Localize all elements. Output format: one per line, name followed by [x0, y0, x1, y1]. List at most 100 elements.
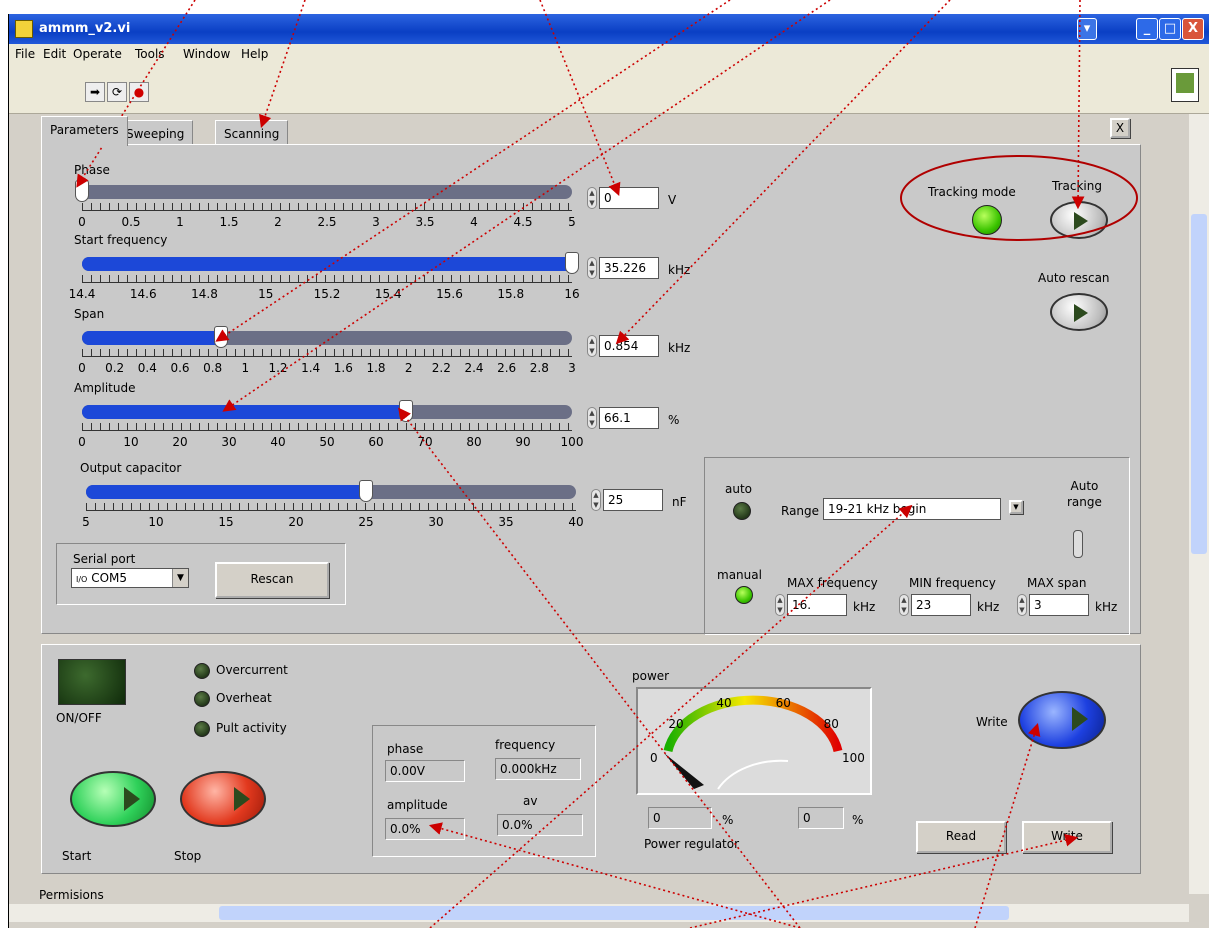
- auto-range-toggle[interactable]: [1073, 530, 1083, 558]
- io-prefix: I/O: [76, 575, 88, 584]
- menu-tools[interactable]: Tools: [135, 47, 165, 61]
- close-button[interactable]: X: [1182, 18, 1204, 40]
- start-frequency-spin[interactable]: ▲ ▼: [587, 257, 597, 279]
- vi-window: ammm_v2.vi ▾ _ □ X File Edit Operate Too…: [8, 14, 1209, 928]
- menu-file[interactable]: File: [15, 47, 35, 61]
- phase-unit: V: [668, 193, 677, 207]
- auto-rescan-button[interactable]: [1050, 293, 1108, 331]
- max-span-input[interactable]: 3: [1029, 594, 1089, 616]
- amplitude-label: Amplitude: [74, 381, 136, 395]
- output-capacitor-thumb[interactable]: [359, 480, 373, 502]
- start-frequency-scale: [82, 275, 572, 283]
- rescan-button[interactable]: Rescan: [215, 562, 329, 598]
- auto-rescan-label: Auto rescan: [1038, 271, 1110, 285]
- output-capacitor-slider[interactable]: [86, 480, 576, 502]
- span-spin[interactable]: ▲ ▼: [587, 335, 597, 357]
- start-button[interactable]: [70, 771, 156, 827]
- tick-label: 20: [288, 515, 304, 529]
- output-capacitor-unit: nF: [672, 495, 687, 509]
- amplitude-numeric[interactable]: 66.1: [599, 407, 659, 429]
- output-capacitor-spin[interactable]: ▲ ▼: [591, 489, 601, 511]
- tab-scanning[interactable]: Scanning: [215, 120, 289, 146]
- amplitude-slider[interactable]: [82, 400, 572, 422]
- tick-label: 35: [498, 515, 514, 529]
- tick-label: 15.2: [313, 287, 341, 301]
- chevron-down-icon[interactable]: ▼: [172, 569, 188, 587]
- horizontal-scrollbar[interactable]: [9, 904, 1189, 922]
- minimize-button[interactable]: _: [1136, 18, 1158, 40]
- span-label: Span: [74, 307, 105, 321]
- power-label: power: [632, 669, 670, 683]
- phase-numeric[interactable]: 0: [599, 187, 659, 209]
- range-select[interactable]: 19-21 kHz begin: [823, 498, 1001, 520]
- serial-port-label: Serial port: [73, 552, 136, 566]
- abort-icon[interactable]: ●: [129, 82, 149, 102]
- span-numeric[interactable]: 0.854: [599, 335, 659, 357]
- power-gauge-hub: [717, 759, 789, 790]
- serial-port-select[interactable]: I/O COM5 ▼: [71, 568, 189, 588]
- run-arrow-icon[interactable]: ➡: [85, 82, 105, 102]
- maximize-button[interactable]: □: [1159, 18, 1181, 40]
- tick-label: 2.8: [529, 361, 549, 375]
- range-dropdown-icon[interactable]: ▼: [1009, 500, 1023, 514]
- write-button[interactable]: Write: [1022, 821, 1112, 853]
- on-off-indicator: [58, 659, 126, 705]
- output-capacitor-scale: [86, 503, 576, 511]
- tab-parameters[interactable]: Parameters: [41, 116, 128, 146]
- start-frequency-label: Start frequency: [74, 233, 168, 247]
- phase-label: Phase: [74, 163, 110, 177]
- menu-window[interactable]: Window: [183, 47, 230, 61]
- range-group: auto Range 19-21 kHz begin ▼ Auto range …: [704, 457, 1130, 635]
- min-frequency-spin[interactable]: ▲ ▼: [899, 594, 909, 616]
- window-title: ammm_v2.vi: [39, 21, 131, 36]
- phase-readout: 0.00V: [385, 760, 465, 782]
- span-thumb[interactable]: [214, 326, 229, 348]
- read-button[interactable]: Read: [916, 821, 1006, 853]
- tick-label: 0: [78, 215, 86, 229]
- av-readout-label: av: [523, 794, 538, 808]
- min-frequency-input[interactable]: 23: [911, 594, 971, 616]
- tab-sweeping[interactable]: Sweeping: [117, 120, 194, 146]
- max-frequency-spin[interactable]: ▲ ▼: [775, 594, 785, 616]
- tick-label: 15.4: [374, 287, 402, 301]
- span-slider[interactable]: [82, 326, 572, 348]
- horizontal-scroll-thumb[interactable]: [219, 906, 1009, 920]
- tracking-button[interactable]: [1050, 201, 1108, 239]
- amplitude-thumb[interactable]: [398, 400, 413, 422]
- tick-label: 2.2: [431, 361, 451, 375]
- max-span-spin[interactable]: ▲ ▼: [1017, 594, 1027, 616]
- phase-spin[interactable]: ▲ ▼: [587, 187, 597, 209]
- tick-label: 0.5: [121, 215, 141, 229]
- parameters-tab-body: Phase 0 0.5 1 1.5 2 2.5 3 3.5 4 4.5 5 ▲ ▼ 0 V Start…: [41, 144, 1141, 635]
- phase-slider-thumb[interactable]: [75, 180, 89, 202]
- phase-slider[interactable]: [75, 180, 572, 202]
- power-tick-label: 0: [650, 751, 658, 765]
- start-frequency-thumb[interactable]: [565, 252, 579, 274]
- stop-button[interactable]: [180, 771, 266, 827]
- frequency-readout: 0.000kHz: [495, 758, 581, 780]
- on-off-label: ON/OFF: [56, 711, 102, 725]
- tick-label: 15: [218, 515, 234, 529]
- tick-label: 1.6: [333, 361, 353, 375]
- tick-label: 2: [274, 215, 282, 229]
- start-frequency-numeric[interactable]: 35.226: [599, 257, 659, 279]
- play-triangle-icon: [1072, 707, 1088, 731]
- vertical-scroll-thumb[interactable]: [1191, 214, 1207, 554]
- write-indicator-button[interactable]: [1018, 691, 1106, 749]
- start-frequency-slider[interactable]: [82, 252, 579, 274]
- auto-range-label: Auto range: [1067, 479, 1102, 509]
- menu-operate[interactable]: Operate: [73, 47, 122, 61]
- run-continuously-icon[interactable]: ⟳: [107, 82, 127, 102]
- menu-help[interactable]: Help: [241, 47, 268, 61]
- tab-close-button[interactable]: X: [1110, 118, 1130, 138]
- vi-connector-icon: [1171, 68, 1199, 102]
- tick-label: 2.6: [497, 361, 517, 375]
- toolbar: ➡ ⟳ ●: [9, 64, 1209, 114]
- power-unit-2: %: [852, 813, 864, 827]
- amplitude-spin[interactable]: ▲ ▼: [587, 407, 597, 429]
- max-frequency-input[interactable]: 16.: [787, 594, 847, 616]
- vertical-scrollbar[interactable]: [1189, 114, 1209, 894]
- menu-edit[interactable]: Edit: [43, 47, 66, 61]
- dropdown-icon[interactable]: ▾: [1077, 18, 1097, 40]
- output-capacitor-numeric[interactable]: 25: [603, 489, 663, 511]
